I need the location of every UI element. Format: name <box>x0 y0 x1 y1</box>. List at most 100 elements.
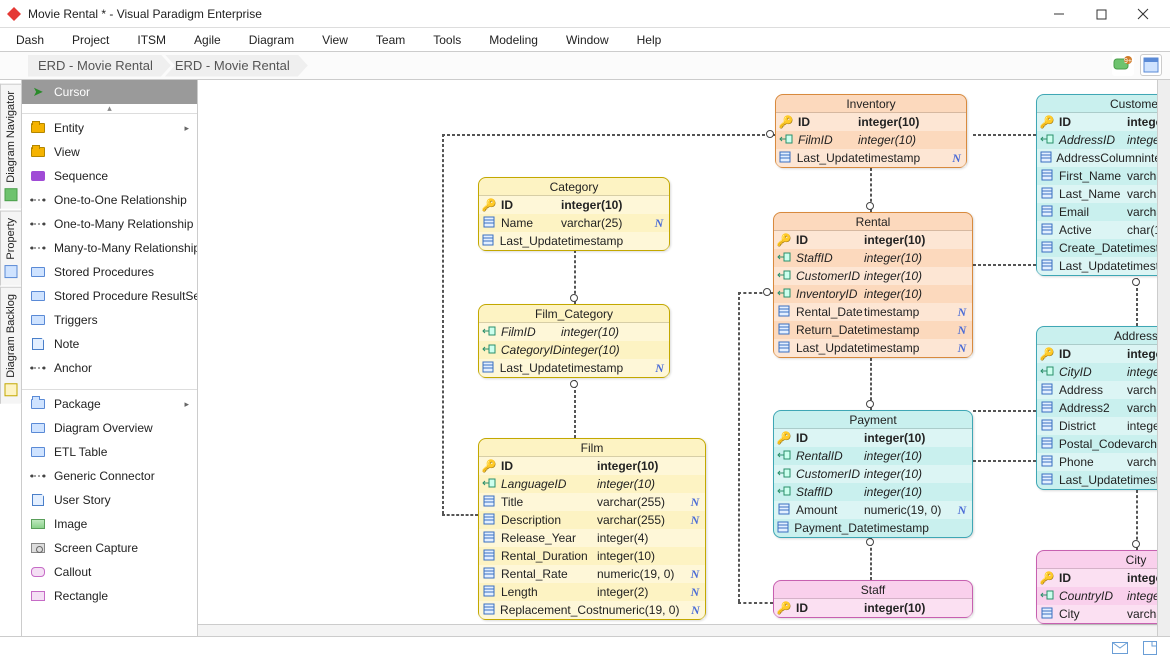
entity-row[interactable]: Last_UpdatetimestampN <box>774 339 972 357</box>
entity-customer[interactable]: Customer🔑IDinteger(10)AddressIDinteger(1… <box>1036 94 1170 276</box>
entity-row[interactable]: Activechar(1) <box>1037 221 1170 239</box>
relationship-line[interactable] <box>574 380 576 438</box>
entity-row[interactable]: First_Namevarchar(255)N <box>1037 167 1170 185</box>
menu-help[interactable]: Help <box>637 33 662 47</box>
minimize-button[interactable] <box>1038 0 1080 28</box>
entity-row[interactable]: 🔑IDinteger(10) <box>1037 113 1170 131</box>
entity-row[interactable]: 🔑IDinteger(10) <box>774 429 972 447</box>
palette-view[interactable]: View <box>22 140 197 164</box>
side-tab-property[interactable]: Property <box>0 211 22 286</box>
entity-row[interactable]: Rental_DatetimestampN <box>774 303 972 321</box>
menu-diagram[interactable]: Diagram <box>249 33 294 47</box>
palette-package[interactable]: Package▸ <box>22 392 197 416</box>
palette-one-to-one-relationship[interactable]: One-to-One Relationship <box>22 188 197 212</box>
relationship-line[interactable] <box>738 602 773 604</box>
menu-tools[interactable]: Tools <box>433 33 461 47</box>
entity-row[interactable]: Create_DatetimestampN <box>1037 239 1170 257</box>
relationship-line[interactable] <box>738 292 740 602</box>
entity-row[interactable]: Last_Updatetimestamp <box>1037 471 1170 489</box>
entity-header[interactable]: City <box>1037 551 1170 569</box>
palette-screen-capture[interactable]: Screen Capture <box>22 536 197 560</box>
entity-row[interactable]: Last_Namevarchar(255)N <box>1037 185 1170 203</box>
entity-row[interactable]: Last_Updatetimestamp <box>479 232 669 250</box>
menu-modeling[interactable]: Modeling <box>489 33 538 47</box>
entity-header[interactable]: Category <box>479 178 669 196</box>
entity-row[interactable]: Replacement_Costnumeric(19, 0)N <box>479 601 705 619</box>
relationship-line[interactable] <box>442 134 775 136</box>
menu-window[interactable]: Window <box>566 33 609 47</box>
entity-rental[interactable]: Rental🔑IDinteger(10)StaffIDinteger(10)Cu… <box>773 212 973 358</box>
entity-row[interactable]: AddressColumninteger(10) <box>1037 149 1170 167</box>
side-tab-diagram-backlog[interactable]: Diagram Backlog <box>0 287 22 404</box>
entity-row[interactable]: AddressIDinteger(10) <box>1037 131 1170 149</box>
palette-callout[interactable]: Callout <box>22 560 197 584</box>
menu-project[interactable]: Project <box>72 33 109 47</box>
entity-row[interactable]: Districtinteger(20)N <box>1037 417 1170 435</box>
entity-row[interactable]: Descriptionvarchar(255)N <box>479 511 705 529</box>
entity-category[interactable]: Category🔑IDinteger(10)Namevarchar(25)NLa… <box>478 177 670 251</box>
entity-inventory[interactable]: Inventory🔑IDinteger(10)FilmIDinteger(10)… <box>775 94 967 168</box>
palette-stored-procedures[interactable]: Stored Procedures <box>22 260 197 284</box>
entity-row[interactable]: Last_UpdatetimestampN <box>1037 257 1170 275</box>
palette-many-to-many-relationship[interactable]: Many-to-Many Relationship <box>22 236 197 260</box>
entity-row[interactable]: LanguageIDinteger(10) <box>479 475 705 493</box>
entity-row[interactable]: CityIDinteger(10) <box>1037 363 1170 381</box>
entity-row[interactable]: Amountnumeric(19, 0)N <box>774 501 972 519</box>
entity-row[interactable]: Emailvarchar(50)N <box>1037 203 1170 221</box>
palette-note[interactable]: Note <box>22 332 197 356</box>
palette-one-to-many-relationship[interactable]: One-to-Many Relationship <box>22 212 197 236</box>
scrollbar-horizontal[interactable] <box>198 624 1158 636</box>
entity-row[interactable]: CustomerIDinteger(10) <box>774 267 972 285</box>
relationship-line[interactable] <box>442 514 478 516</box>
entity-header[interactable]: Payment <box>774 411 972 429</box>
entity-row[interactable]: CustomerIDinteger(10) <box>774 465 972 483</box>
entity-row[interactable]: Titlevarchar(255)N <box>479 493 705 511</box>
entity-row[interactable]: 🔑IDinteger(10) <box>479 196 669 214</box>
relationship-line[interactable] <box>442 134 444 514</box>
entity-row[interactable]: Rental_Ratenumeric(19, 0)N <box>479 565 705 583</box>
tool-palette[interactable]: ➤Cursor Entity▸ViewSequenceOne-to-One Rel… <box>22 80 198 636</box>
switch-view-icon[interactable] <box>1140 54 1162 76</box>
entity-row[interactable]: RentalIDinteger(10) <box>774 447 972 465</box>
palette-diagram-overview[interactable]: Diagram Overview <box>22 416 197 440</box>
entity-header[interactable]: Film <box>479 439 705 457</box>
entity-city[interactable]: City🔑IDinteger(10)CountryIDinteger(10)Ci… <box>1036 550 1170 624</box>
entity-row[interactable]: Last_UpdatetimestampN <box>479 359 669 377</box>
menu-agile[interactable]: Agile <box>194 33 221 47</box>
palette-rectangle[interactable]: Rectangle <box>22 584 197 608</box>
entity-row[interactable]: Cityvarchar(50)N <box>1037 605 1170 623</box>
relationship-line[interactable] <box>973 134 1036 136</box>
close-button[interactable] <box>1122 0 1164 28</box>
entity-row[interactable]: StaffIDinteger(10) <box>774 249 972 267</box>
palette-stored-procedure-resultset[interactable]: Stored Procedure ResultSet <box>22 284 197 308</box>
entity-row[interactable]: Lengthinteger(2)N <box>479 583 705 601</box>
relationship-line[interactable] <box>973 410 1036 412</box>
entity-film[interactable]: Film🔑IDinteger(10)LanguageIDinteger(10)T… <box>478 438 706 620</box>
entity-row[interactable]: Payment_Datetimestamp <box>774 519 972 537</box>
entity-row[interactable]: Address2varchar(50)N <box>1037 399 1170 417</box>
entity-staff[interactable]: Staff🔑IDinteger(10) <box>773 580 973 618</box>
entity-row[interactable]: Addressvarchar(50)N <box>1037 381 1170 399</box>
breadcrumb[interactable]: ERD - Movie Rental <box>165 55 308 77</box>
entity-row[interactable]: FilmIDinteger(10) <box>776 131 966 149</box>
palette-triggers[interactable]: Triggers <box>22 308 197 332</box>
menu-dash[interactable]: Dash <box>16 33 44 47</box>
breadcrumb[interactable]: ERD - Movie Rental <box>28 55 171 77</box>
entity-row[interactable]: Postal_Codevarchar(10)N <box>1037 435 1170 453</box>
entity-row[interactable]: CategoryIDinteger(10) <box>479 341 669 359</box>
scrollbar-vertical-thumb[interactable] <box>1159 340 1169 396</box>
palette-entity[interactable]: Entity▸ <box>22 116 197 140</box>
menu-itsm[interactable]: ITSM <box>137 33 166 47</box>
entity-header[interactable]: Customer <box>1037 95 1170 113</box>
entity-row[interactable]: CountryIDinteger(10) <box>1037 587 1170 605</box>
note-status-icon[interactable] <box>1142 640 1158 656</box>
palette-image[interactable]: Image <box>22 512 197 536</box>
palette-generic-connector[interactable]: Generic Connector <box>22 464 197 488</box>
entity-row[interactable]: 🔑IDinteger(10) <box>1037 345 1170 363</box>
palette-sequence[interactable]: Sequence <box>22 164 197 188</box>
entity-row[interactable]: StaffIDinteger(10) <box>774 483 972 501</box>
entity-header[interactable]: Staff <box>774 581 972 599</box>
entity-row[interactable]: Return_DatetimestampN <box>774 321 972 339</box>
palette-cursor[interactable]: ➤Cursor <box>22 80 197 104</box>
entity-header[interactable]: Film_Category <box>479 305 669 323</box>
